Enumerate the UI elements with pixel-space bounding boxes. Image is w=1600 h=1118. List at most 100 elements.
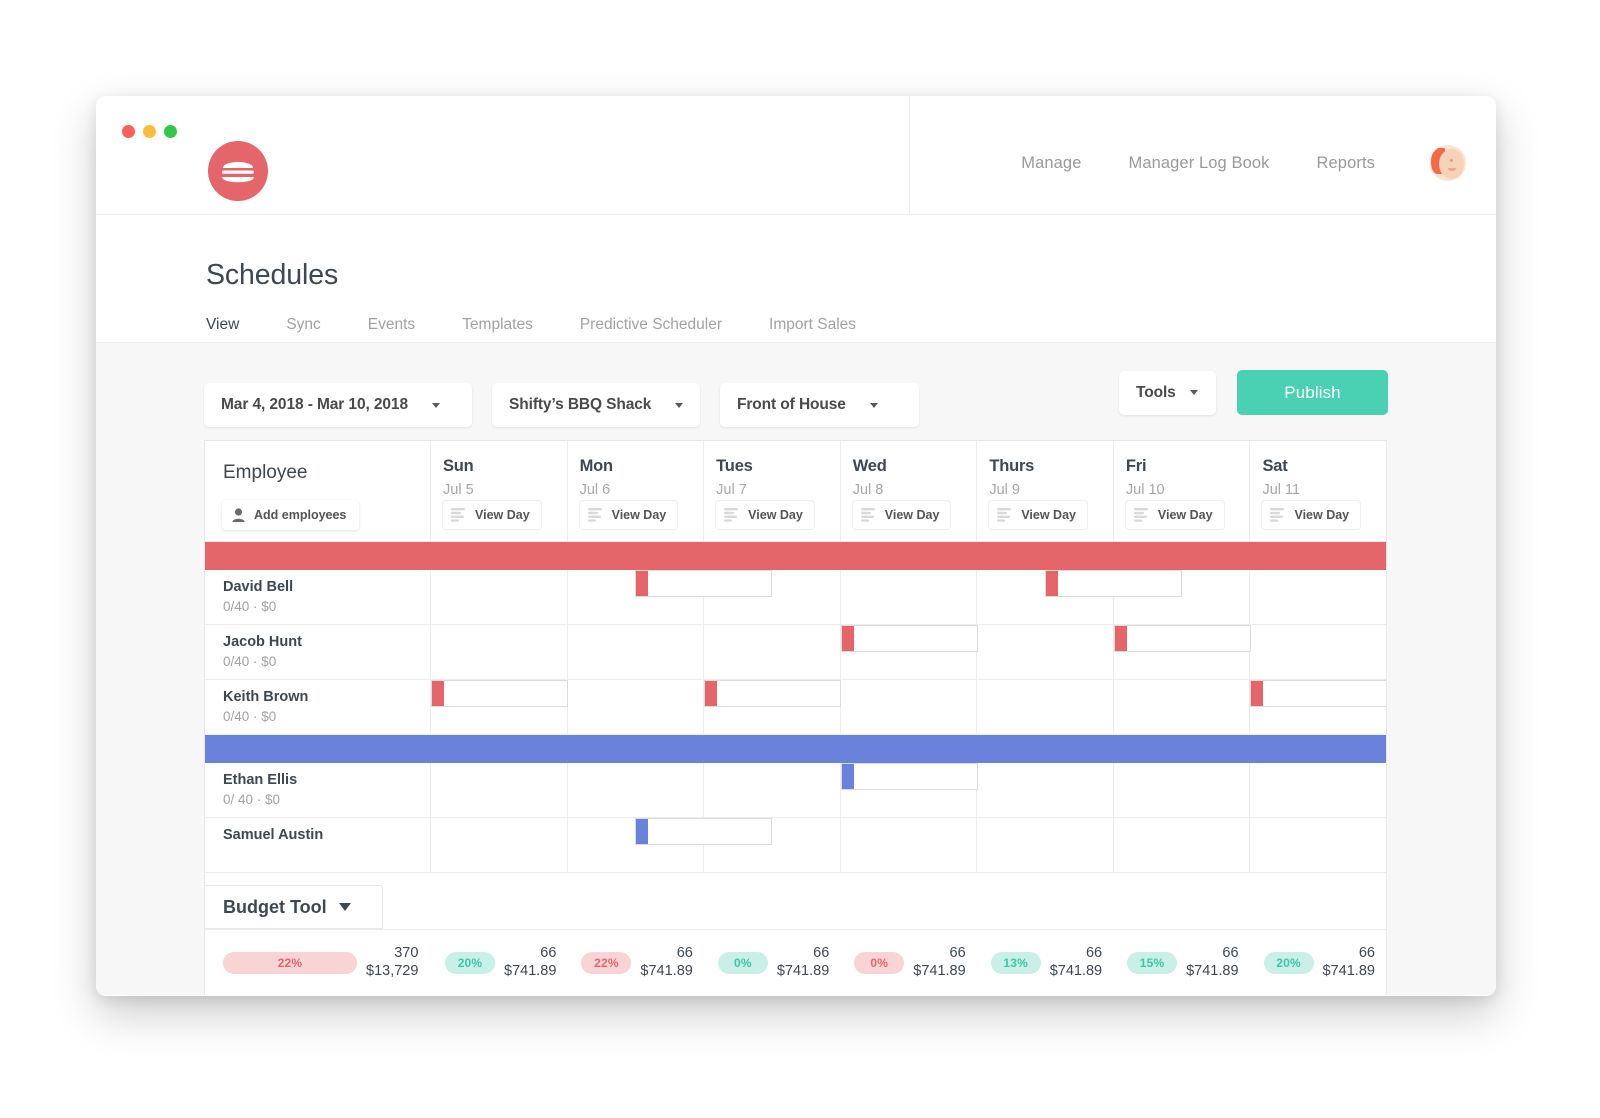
budget-day-slot: 20% 66 $741.89 [1250, 940, 1386, 986]
shift-cell[interactable] [1114, 818, 1251, 872]
shift-cell[interactable] [1114, 570, 1251, 624]
shift-color-bar [636, 819, 649, 844]
shift-color-bar [1114, 626, 1127, 651]
tools-dropdown[interactable]: Tools [1119, 370, 1216, 415]
person-icon [232, 508, 245, 522]
budget-amount: $741.89 [504, 962, 557, 979]
budget-percent-badge: 13% [990, 951, 1041, 974]
shift-cell[interactable] [431, 680, 568, 734]
shift-cell[interactable] [840, 625, 978, 679]
employee-cell[interactable]: David Bell 0/40 · $0 [205, 570, 431, 624]
shift-color-bar [705, 681, 718, 706]
date-range-select[interactable]: Mar 4, 2018 - Mar 10, 2018 [204, 383, 472, 427]
day-date: Jul 9 [989, 482, 1020, 498]
budget-day-slot: 13% 66 $741.89 [977, 940, 1113, 986]
location-select[interactable]: Shifty’s BBQ Shack [492, 383, 700, 427]
shift-cell[interactable] [977, 625, 1114, 679]
schedule-toolbar: Mar 4, 2018 - Mar 10, 2018 Shifty’s BBQ … [96, 343, 1496, 440]
view-day-button-sun[interactable]: View Day [442, 500, 542, 530]
employee-cell[interactable]: Ethan Ellis 0/ 40 · $0 [205, 763, 431, 817]
group-band-red[interactable] [205, 542, 1386, 570]
shift-cell[interactable] [1250, 763, 1386, 817]
app-window: Manage Manager Log Book Reports Schedule… [96, 96, 1496, 996]
view-day-button-mon[interactable]: View Day [578, 500, 679, 530]
schedule-header-row: Employee Add employees Sun Jul 5 View Da… [205, 441, 1386, 542]
shift-cell[interactable] [840, 763, 978, 817]
employee-hours: 0/40 · $0 [223, 599, 277, 614]
shift-cell[interactable] [1114, 680, 1251, 734]
shift-cell[interactable] [431, 763, 568, 817]
shift-cell[interactable] [704, 570, 841, 624]
shift-cell[interactable] [1250, 818, 1386, 872]
shift-cell[interactable] [977, 680, 1114, 734]
list-lines-icon [1133, 508, 1148, 522]
shift-cell[interactable] [568, 570, 773, 624]
nav-manager-log-book[interactable]: Manager Log Book [1128, 154, 1269, 173]
shift-cell[interactable] [1250, 625, 1386, 679]
shift-cell[interactable] [704, 680, 842, 734]
view-day-label: View Day [884, 508, 940, 522]
maximize-window-button[interactable] [164, 125, 177, 138]
day-date: Jul 5 [443, 482, 474, 498]
shift-cell[interactable] [841, 570, 978, 624]
publish-button[interactable]: Publish [1237, 370, 1388, 415]
shift-color-bar [841, 764, 854, 789]
shift-cell[interactable] [431, 818, 568, 872]
burger-logo-icon[interactable] [208, 141, 268, 201]
chevron-down-icon [338, 903, 351, 911]
view-day-button-tues[interactable]: View Day [715, 500, 815, 530]
shift-cell[interactable] [568, 763, 705, 817]
shift-block[interactable] [840, 763, 978, 790]
shift-cell[interactable] [568, 625, 705, 679]
shift-cell[interactable] [1250, 680, 1386, 734]
day-column-tues: Tues Jul 7 View Day [704, 441, 841, 541]
shift-block[interactable] [840, 625, 978, 652]
budget-percent-badge: 15% [1127, 951, 1178, 974]
shift-cell[interactable] [704, 625, 841, 679]
budget-values: 66 $741.89 [913, 945, 965, 980]
shift-cell[interactable] [568, 818, 773, 872]
shift-cell[interactable] [1114, 763, 1251, 817]
shift-block[interactable] [1113, 625, 1251, 652]
shift-color-bar [841, 626, 854, 651]
view-day-button-sat[interactable]: View Day [1261, 500, 1362, 530]
shift-cell[interactable] [431, 625, 568, 679]
shift-cell[interactable] [704, 763, 841, 817]
employee-cell[interactable]: Keith Brown 0/40 · $0 [205, 680, 431, 734]
day-name: Thurs [989, 457, 1035, 475]
shift-cell[interactable] [977, 818, 1114, 872]
user-avatar[interactable] [1430, 145, 1466, 181]
view-day-button-wed[interactable]: View Day [851, 500, 952, 530]
shift-cell[interactable] [841, 818, 978, 872]
add-employees-button[interactable]: Add employees [222, 500, 360, 530]
shift-block[interactable] [1250, 680, 1386, 707]
close-window-button[interactable] [122, 125, 135, 138]
shift-cell[interactable] [431, 570, 568, 624]
group-band-blue[interactable] [205, 735, 1386, 763]
table-row: Jacob Hunt 0/40 · $0 [205, 625, 1386, 680]
shift-cell[interactable] [1250, 570, 1386, 624]
view-day-button-thurs[interactable]: View Day [988, 500, 1088, 530]
shift-cell[interactable] [977, 763, 1114, 817]
shift-cell[interactable] [977, 570, 1183, 624]
budget-tool-toggle[interactable]: Budget Tool [205, 885, 383, 929]
department-select[interactable]: Front of House [720, 383, 919, 427]
nav-manage[interactable]: Manage [1021, 154, 1081, 173]
shift-cell[interactable] [1113, 625, 1251, 679]
employee-name: Jacob Hunt [223, 634, 302, 650]
nav-reports[interactable]: Reports [1317, 154, 1375, 173]
budget-amount: $741.89 [1186, 962, 1239, 979]
employee-cell[interactable]: Samuel Austin [205, 818, 431, 872]
shift-block[interactable] [704, 680, 842, 707]
employee-cell[interactable]: Jacob Hunt 0/40 · $0 [205, 625, 431, 679]
view-day-button-fri[interactable]: View Day [1124, 500, 1225, 530]
shift-cell[interactable] [841, 680, 978, 734]
day-column-sat: Sat Jul 11 View Day [1250, 441, 1386, 541]
employee-name: Keith Brown [223, 689, 309, 705]
shift-block[interactable] [431, 680, 568, 707]
employee-name: Ethan Ellis [223, 772, 298, 788]
shift-cell[interactable] [568, 680, 705, 734]
budget-values: 370 $13,729 [366, 945, 418, 980]
shift-cell[interactable] [704, 818, 841, 872]
minimize-window-button[interactable] [143, 125, 156, 138]
